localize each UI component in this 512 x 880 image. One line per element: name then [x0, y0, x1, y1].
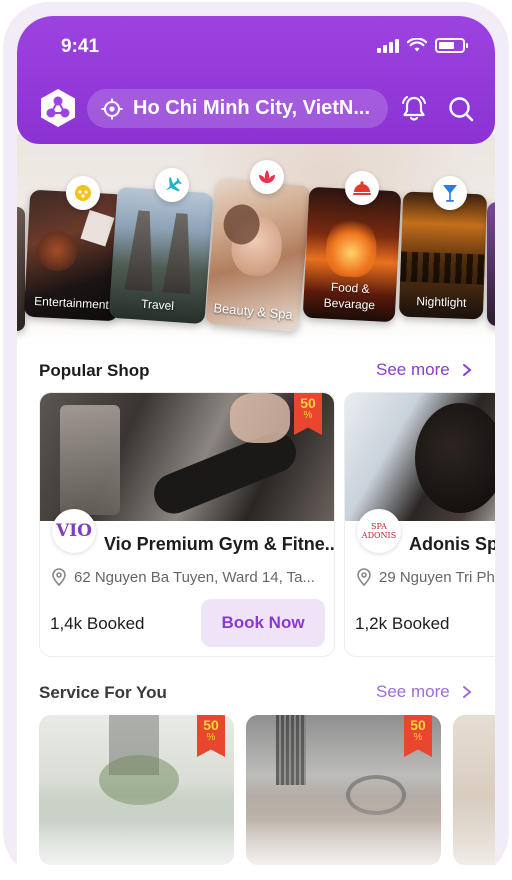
service-card[interactable]: 50 %: [39, 715, 234, 865]
shop-address-text: 62 Nguyen Ba Tuyen, Ward 14, Ta...: [74, 568, 315, 586]
shop-name: Adonis Spa: [409, 534, 495, 554]
category-label: Nightlight: [416, 294, 467, 310]
shop-card-vio[interactable]: 50 % VIO Vio Premium Gym & Fitne... 62 N…: [39, 392, 335, 657]
map-pin-icon: [357, 568, 371, 586]
services-see-more-link[interactable]: See more: [376, 682, 472, 702]
map-pin-icon: [52, 568, 66, 586]
category-card-partial[interactable]: [487, 202, 495, 326]
service-card-partial[interactable]: [453, 715, 495, 865]
location-text: Ho Chi Minh City, VietN...: [133, 97, 371, 119]
category-card-beauty-spa[interactable]: Beauty & Spa: [204, 178, 312, 332]
shop-logo: VIO: [52, 509, 96, 553]
shop-photo: [345, 393, 495, 521]
service-card[interactable]: 50 %: [246, 715, 441, 865]
book-now-button[interactable]: Book Now: [201, 599, 325, 647]
signal-icon: [377, 38, 399, 53]
category-carousel[interactable]: Entertainment Travel Beauty & Spa Food &…: [17, 134, 495, 346]
wifi-icon: [407, 38, 427, 52]
popular-shop-title: Popular Shop: [39, 361, 150, 380]
category-label: Travel: [140, 296, 175, 314]
phone-frame: 9:41 Ho Chi Minh City, VietN... Entertai…: [3, 2, 509, 878]
battery-icon: [435, 38, 468, 53]
discount-unit: %: [206, 732, 216, 743]
location-selector[interactable]: Ho Chi Minh City, VietN...: [87, 89, 388, 128]
status-icons: [377, 38, 468, 53]
chevron-right-icon: [462, 364, 472, 376]
discount-value: 50: [410, 717, 426, 733]
booked-count: 1,2k Booked: [355, 614, 450, 633]
category-label: Entertainment: [33, 293, 110, 312]
booked-count: 1,4k Booked: [50, 614, 145, 633]
shop-logo-text: VIO: [56, 521, 92, 541]
shop-name: Vio Premium Gym & Fitne...: [104, 534, 335, 554]
discount-badge: 50 %: [404, 715, 432, 757]
app-logo-icon[interactable]: [39, 88, 77, 128]
shop-address: 29 Nguyen Tri Ph: [357, 568, 495, 586]
app-screen: 9:41 Ho Chi Minh City, VietN... Entertai…: [17, 16, 495, 878]
category-label: Beauty & Spa: [212, 300, 294, 323]
service-for-you-title: Service For You: [39, 683, 167, 702]
lotus-icon: [250, 160, 284, 194]
location-target-icon: [101, 98, 123, 119]
shop-address-text: 29 Nguyen Tri Ph: [379, 568, 495, 586]
category-card-partial[interactable]: [17, 207, 25, 331]
airplane-icon: [155, 168, 189, 202]
discount-value: 50: [300, 395, 316, 411]
discount-value: 50: [203, 717, 219, 733]
see-more-label: See more: [376, 682, 450, 701]
gamepad-icon: [66, 176, 100, 210]
shop-address: 62 Nguyen Ba Tuyen, Ward 14, Ta...: [52, 568, 315, 586]
cocktail-icon: [433, 176, 467, 210]
category-card-nightlight[interactable]: Nightlight: [398, 191, 488, 320]
discount-unit: %: [303, 410, 313, 421]
shop-logo: SPA ADONIS: [357, 509, 401, 553]
category-card-travel[interactable]: Travel: [108, 186, 214, 325]
discount-badge: 50 %: [197, 715, 225, 757]
search-icon[interactable]: [446, 94, 476, 124]
category-card-food-beverage[interactable]: Food & Bevarage: [302, 186, 402, 323]
bell-icon[interactable]: [399, 94, 429, 124]
status-time: 9:41: [61, 36, 100, 57]
shop-logo-text: SPA ADONIS: [361, 522, 397, 540]
food-cloche-icon: [345, 171, 379, 205]
chevron-right-icon: [462, 686, 472, 698]
app-header: 9:41 Ho Chi Minh City, VietN...: [17, 16, 495, 144]
shop-card-adonis[interactable]: SPA ADONIS Adonis Spa 29 Nguyen Tri Ph 1…: [344, 392, 495, 657]
shop-photo: [40, 393, 334, 521]
popular-see-more-link[interactable]: See more: [376, 360, 472, 380]
discount-unit: %: [413, 732, 423, 743]
see-more-label: See more: [376, 360, 450, 379]
category-label: Food & Bevarage: [323, 279, 376, 313]
